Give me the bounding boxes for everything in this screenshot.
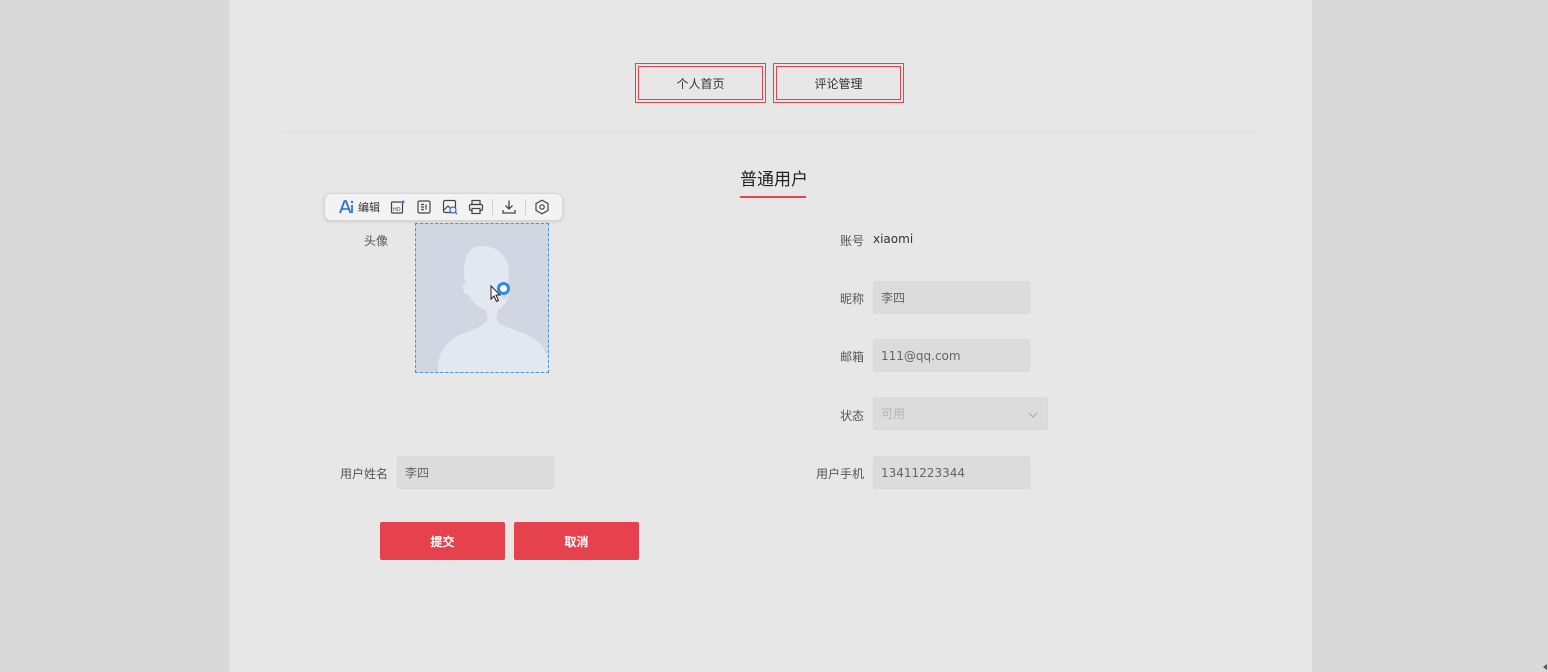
phone-label: 用户手机 bbox=[815, 467, 864, 481]
cancel-button[interactable]: 取消 bbox=[514, 522, 639, 560]
account-value: xiaomi bbox=[873, 232, 914, 246]
edit-label: 编辑 bbox=[358, 201, 380, 214]
toolbar-separator bbox=[525, 199, 526, 215]
section-title: 普通用户 bbox=[740, 170, 808, 190]
header-divider bbox=[283, 131, 1257, 132]
nickname-input[interactable]: 李四 bbox=[873, 281, 1030, 314]
nav-comments-label: 评论管理 bbox=[776, 66, 901, 100]
toolbar-separator bbox=[492, 199, 493, 215]
resize-handle-icon[interactable] bbox=[1540, 662, 1548, 672]
section-underline bbox=[740, 196, 806, 198]
main-panel: 个人首页 评论管理 普通用户 编辑 HD 头像 用户姓名 李四 账号 xiaom… bbox=[229, 0, 1312, 672]
loading-spinner-icon bbox=[497, 282, 510, 295]
print-button[interactable] bbox=[463, 195, 489, 219]
ocr-icon bbox=[416, 199, 432, 215]
chevron-down-icon bbox=[1028, 407, 1038, 421]
download-icon bbox=[501, 199, 517, 215]
download-button[interactable] bbox=[496, 195, 522, 219]
hd-icon: HD bbox=[390, 199, 406, 215]
status-select[interactable]: 可用 bbox=[873, 397, 1048, 430]
nav-home-button[interactable]: 个人首页 bbox=[635, 63, 766, 103]
nav-comments-button[interactable]: 评论管理 bbox=[773, 63, 904, 103]
ai-edit-button[interactable]: 编辑 bbox=[334, 195, 385, 219]
avatar-label: 头像 bbox=[363, 234, 388, 248]
ocr-button[interactable] bbox=[411, 195, 437, 219]
avatar-placeholder-icon bbox=[438, 246, 548, 372]
username-input[interactable]: 李四 bbox=[397, 456, 554, 489]
settings-icon bbox=[534, 199, 550, 215]
svg-text:HD: HD bbox=[393, 207, 401, 213]
email-label: 邮箱 bbox=[839, 350, 864, 364]
account-label: 账号 bbox=[839, 234, 864, 248]
nav-home-label: 个人首页 bbox=[638, 66, 763, 100]
print-icon bbox=[468, 199, 484, 215]
submit-button[interactable]: 提交 bbox=[380, 522, 505, 560]
avatar-upload[interactable] bbox=[415, 223, 549, 373]
settings-button[interactable] bbox=[529, 195, 555, 219]
status-select-value: 可用 bbox=[881, 407, 906, 421]
phone-input[interactable]: 13411223344 bbox=[873, 456, 1030, 489]
email-input[interactable]: 111@qq.com bbox=[873, 339, 1030, 372]
hd-button[interactable]: HD bbox=[385, 195, 411, 219]
image-search-button[interactable] bbox=[437, 195, 463, 219]
ai-edit-icon bbox=[339, 200, 355, 214]
status-label: 状态 bbox=[839, 409, 864, 423]
image-toolbar: 编辑 HD bbox=[324, 193, 563, 221]
username-label: 用户姓名 bbox=[339, 467, 388, 481]
image-search-icon bbox=[442, 199, 458, 215]
nickname-label: 昵称 bbox=[839, 292, 864, 306]
